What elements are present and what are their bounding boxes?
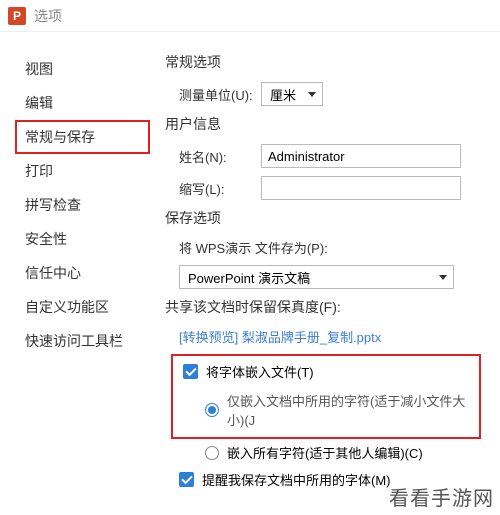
chevron-down-icon — [439, 275, 447, 280]
row-embed-all[interactable]: 嵌入所有字符(适于其他人编辑)(C) — [165, 443, 496, 462]
sidebar-item-edit[interactable]: 编辑 — [25, 86, 140, 120]
sidebar-item-custom-ribbon[interactable]: 自定义功能区 — [25, 290, 140, 324]
sidebar-item-trust-center[interactable]: 信任中心 — [25, 256, 140, 290]
label-unit: 测量单位(U): — [179, 85, 261, 104]
radio-embed-used[interactable] — [205, 403, 219, 417]
select-saveas[interactable]: PowerPoint 演示文稿 — [179, 265, 454, 289]
sidebar-item-quick-access[interactable]: 快速访问工具栏 — [25, 324, 140, 358]
link-convert-preview[interactable]: [转换预览] 梨淑品牌手册_复制.pptx — [179, 327, 381, 346]
window-title: 选项 — [34, 6, 62, 26]
row-embed-used[interactable]: 仅嵌入文档中所用的字符(适于减小文件大小)(J — [173, 391, 479, 429]
row-abbrev: 缩写(L): — [165, 176, 496, 200]
checkbox-remind-font[interactable] — [179, 472, 194, 487]
input-name[interactable] — [261, 144, 461, 168]
embed-font-highlight-box: 将字体嵌入文件(T) 仅嵌入文档中所用的字符(适于减小文件大小)(J — [171, 354, 481, 439]
chevron-down-icon — [308, 92, 316, 97]
main-area: 视图 编辑 常规与保存 打印 拼写检查 安全性 信任中心 自定义功能区 快速访问… — [0, 32, 500, 515]
row-saveas-label: 将 WPS演示 文件存为(P): — [165, 238, 496, 257]
sidebar-item-general-save[interactable]: 常规与保存 — [15, 120, 150, 154]
label-embed-used: 仅嵌入文档中所用的字符(适于减小文件大小)(J — [227, 391, 479, 429]
sidebar-item-security[interactable]: 安全性 — [25, 222, 140, 256]
select-saveas-value: PowerPoint 演示文稿 — [188, 268, 310, 287]
label-embed-all: 嵌入所有字符(适于其他人编辑)(C) — [227, 443, 423, 462]
content-panel: 常规选项 测量单位(U): 厘米 用户信息 姓名(N): 缩写(L): 保存选项… — [155, 32, 500, 515]
section-user-title: 用户信息 — [165, 114, 496, 134]
label-fidelity: 共享该文档时保留保真度(F): — [165, 297, 496, 317]
radio-embed-all[interactable] — [205, 446, 219, 460]
checkbox-embed-font[interactable] — [183, 364, 198, 379]
sidebar: 视图 编辑 常规与保存 打印 拼写检查 安全性 信任中心 自定义功能区 快速访问… — [0, 32, 155, 515]
sidebar-item-print[interactable]: 打印 — [25, 154, 140, 188]
app-logo-icon: P — [8, 7, 26, 25]
select-unit-value: 厘米 — [270, 85, 296, 104]
row-name: 姓名(N): — [165, 144, 496, 168]
titlebar: P 选项 — [0, 0, 500, 32]
watermark-text: 看看手游网 — [389, 482, 494, 511]
section-save-title: 保存选项 — [165, 208, 496, 228]
section-general-title: 常规选项 — [165, 52, 496, 72]
label-name: 姓名(N): — [179, 147, 261, 166]
row-saveas-select: PowerPoint 演示文稿 — [165, 265, 496, 289]
row-preview-link: [转换预览] 梨淑品牌手册_复制.pptx — [165, 327, 496, 346]
row-embed-font[interactable]: 将字体嵌入文件(T) — [173, 362, 479, 381]
label-abbrev: 缩写(L): — [179, 179, 261, 198]
select-unit[interactable]: 厘米 — [261, 82, 323, 106]
label-embed-font: 将字体嵌入文件(T) — [206, 362, 314, 381]
row-unit: 测量单位(U): 厘米 — [165, 82, 496, 106]
sidebar-item-view[interactable]: 视图 — [25, 52, 140, 86]
sidebar-item-spellcheck[interactable]: 拼写检查 — [25, 188, 140, 222]
label-saveas: 将 WPS演示 文件存为(P): — [179, 238, 328, 257]
input-abbrev[interactable] — [261, 176, 461, 200]
label-remind-font: 提醒我保存文档中所用的字体(M) — [202, 470, 391, 489]
